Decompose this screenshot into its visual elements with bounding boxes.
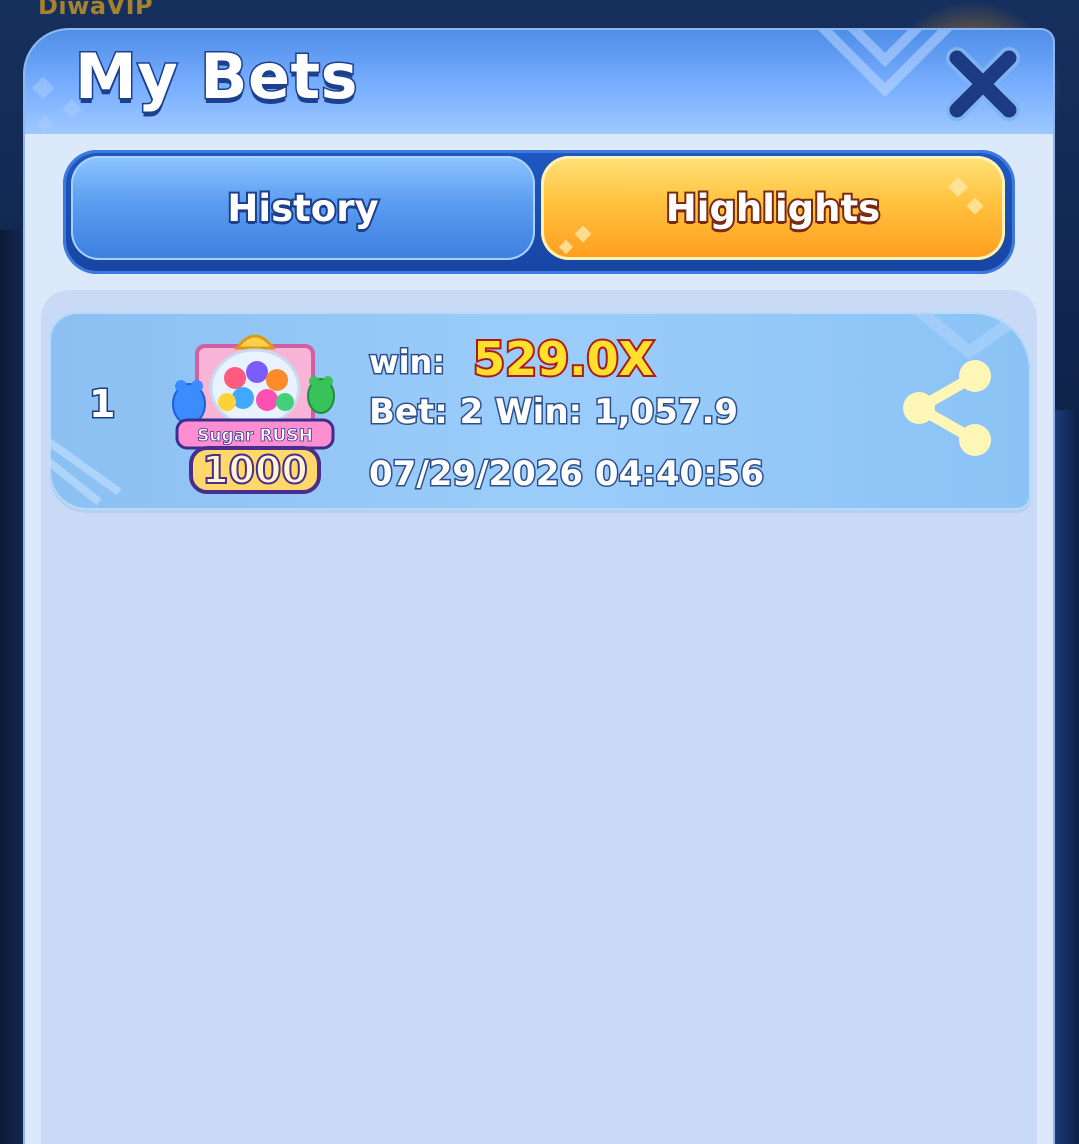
bet-timestamp: 07/29/2026 04:40:56 — [367, 453, 765, 496]
share-icon — [903, 360, 991, 456]
tab-bar: History Highlights — [63, 150, 1015, 274]
svg-text:Sugar RUSH: Sugar RUSH — [197, 426, 313, 446]
bet-rank: 1 — [87, 381, 117, 428]
close-button[interactable] — [943, 44, 1023, 124]
sugar-rush-1000-icon[interactable]: Sugar RUSH 1000 — [167, 326, 343, 502]
game-thumbnail: Sugar RUSH 1000 — [172, 334, 335, 494]
close-icon — [946, 47, 1020, 121]
my-bets-modal: My Bets History Highlights 1 Sugar RUSH … — [25, 30, 1053, 1144]
bet-amount-line: Bet: 2 Win: 1,057.9 — [367, 391, 739, 434]
modal-title: My Bets — [73, 39, 359, 115]
win-label: win: — [367, 342, 446, 383]
brand-logo: DiwaVIP — [38, 0, 154, 20]
tab-highlights-label: Highlights — [664, 185, 882, 232]
svg-text:1000: 1000 — [202, 448, 308, 492]
win-multiplier: 529.0X — [471, 330, 656, 388]
modal-header: My Bets — [25, 30, 1053, 134]
tab-history-label: History — [225, 185, 380, 232]
tab-highlights[interactable]: Highlights — [541, 156, 1005, 260]
background-left-edge — [0, 230, 26, 1144]
bets-list-panel: 1 Sugar RUSH 1000 win: 529.0X Bet: 2 Win… — [41, 290, 1037, 1144]
bet-row[interactable]: 1 Sugar RUSH 1000 win: 529.0X Bet: 2 Win… — [49, 312, 1031, 510]
win-multiplier-line: win: 529.0X — [367, 330, 656, 388]
tab-history[interactable]: History — [71, 156, 535, 260]
background-right-edge — [1053, 410, 1079, 1144]
share-button[interactable] — [899, 358, 995, 458]
